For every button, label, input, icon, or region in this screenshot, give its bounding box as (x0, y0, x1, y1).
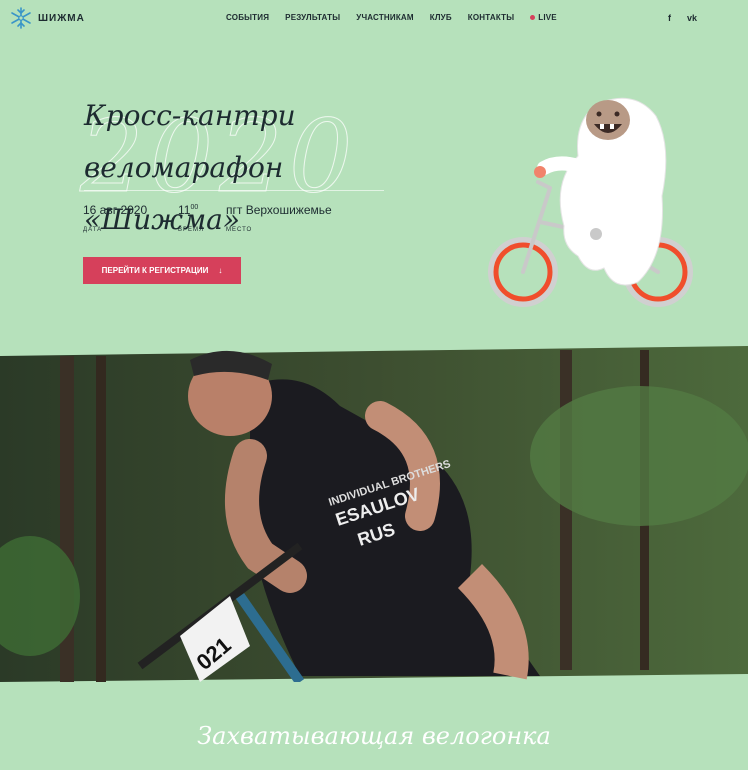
place-value: пгт Верхошижемье (226, 203, 332, 217)
time-label: ВРЕМЯ (178, 227, 205, 233)
register-button-label: ПЕРЕЙТИ К РЕГИСТРАЦИИ (101, 266, 209, 275)
logo-text: ШИЖМА (38, 12, 85, 24)
social-links: f vk (668, 13, 697, 23)
facebook-icon[interactable]: f (668, 13, 671, 23)
nav-item-events[interactable]: СОБЫТИЯ (226, 13, 269, 22)
time-value: 1100 (178, 203, 204, 217)
time-hour: 11 (178, 203, 191, 217)
yeti-cyclist-illustration (488, 97, 693, 307)
time-minutes: 00 (190, 204, 199, 211)
rider-photo: 021 INDIVIDUAL BROTHERS ESAULOV RUS (0, 346, 748, 682)
date-value: 16 авг 2020 (83, 203, 148, 217)
place-label: МЕСТО (226, 227, 253, 233)
event-date: 16 авг 2020 ДАТА (83, 203, 147, 233)
date-label: ДАТА (83, 227, 103, 233)
hero-title-line1: Кросс-кантри веломарафон (84, 99, 296, 184)
event-time: 1100 ВРЕМЯ (178, 203, 204, 233)
nav-item-results[interactable]: РЕЗУЛЬТАТЫ (285, 13, 340, 22)
section-subtitle: Захватывающая велогонка (197, 722, 551, 750)
nav-item-contacts[interactable]: КОНТАКТЫ (468, 13, 514, 22)
vk-icon[interactable]: vk (687, 13, 697, 23)
live-label: LIVE (538, 13, 557, 22)
snowflake-logo-icon (11, 7, 31, 29)
nav-item-live[interactable]: LIVE (530, 13, 557, 22)
logo[interactable]: ШИЖМА (10, 7, 85, 29)
top-navbar: ШИЖМА СОБЫТИЯ РЕЗУЛЬТАТЫ УЧАСТНИКАМ КЛУБ… (0, 0, 748, 38)
main-menu: СОБЫТИЯ РЕЗУЛЬТАТЫ УЧАСТНИКАМ КЛУБ КОНТА… (226, 13, 557, 22)
nav-item-club[interactable]: КЛУБ (430, 13, 452, 22)
hero-divider (84, 190, 384, 191)
arrow-down-icon: ↓ (218, 266, 223, 275)
nav-item-participants[interactable]: УЧАСТНИКАМ (356, 13, 414, 22)
register-button[interactable]: ПЕРЕЙТИ К РЕГИСТРАЦИИ ↓ (83, 257, 241, 284)
event-place: пгт Верхошижемье МЕСТО (226, 203, 332, 233)
live-dot-icon (530, 15, 536, 20)
